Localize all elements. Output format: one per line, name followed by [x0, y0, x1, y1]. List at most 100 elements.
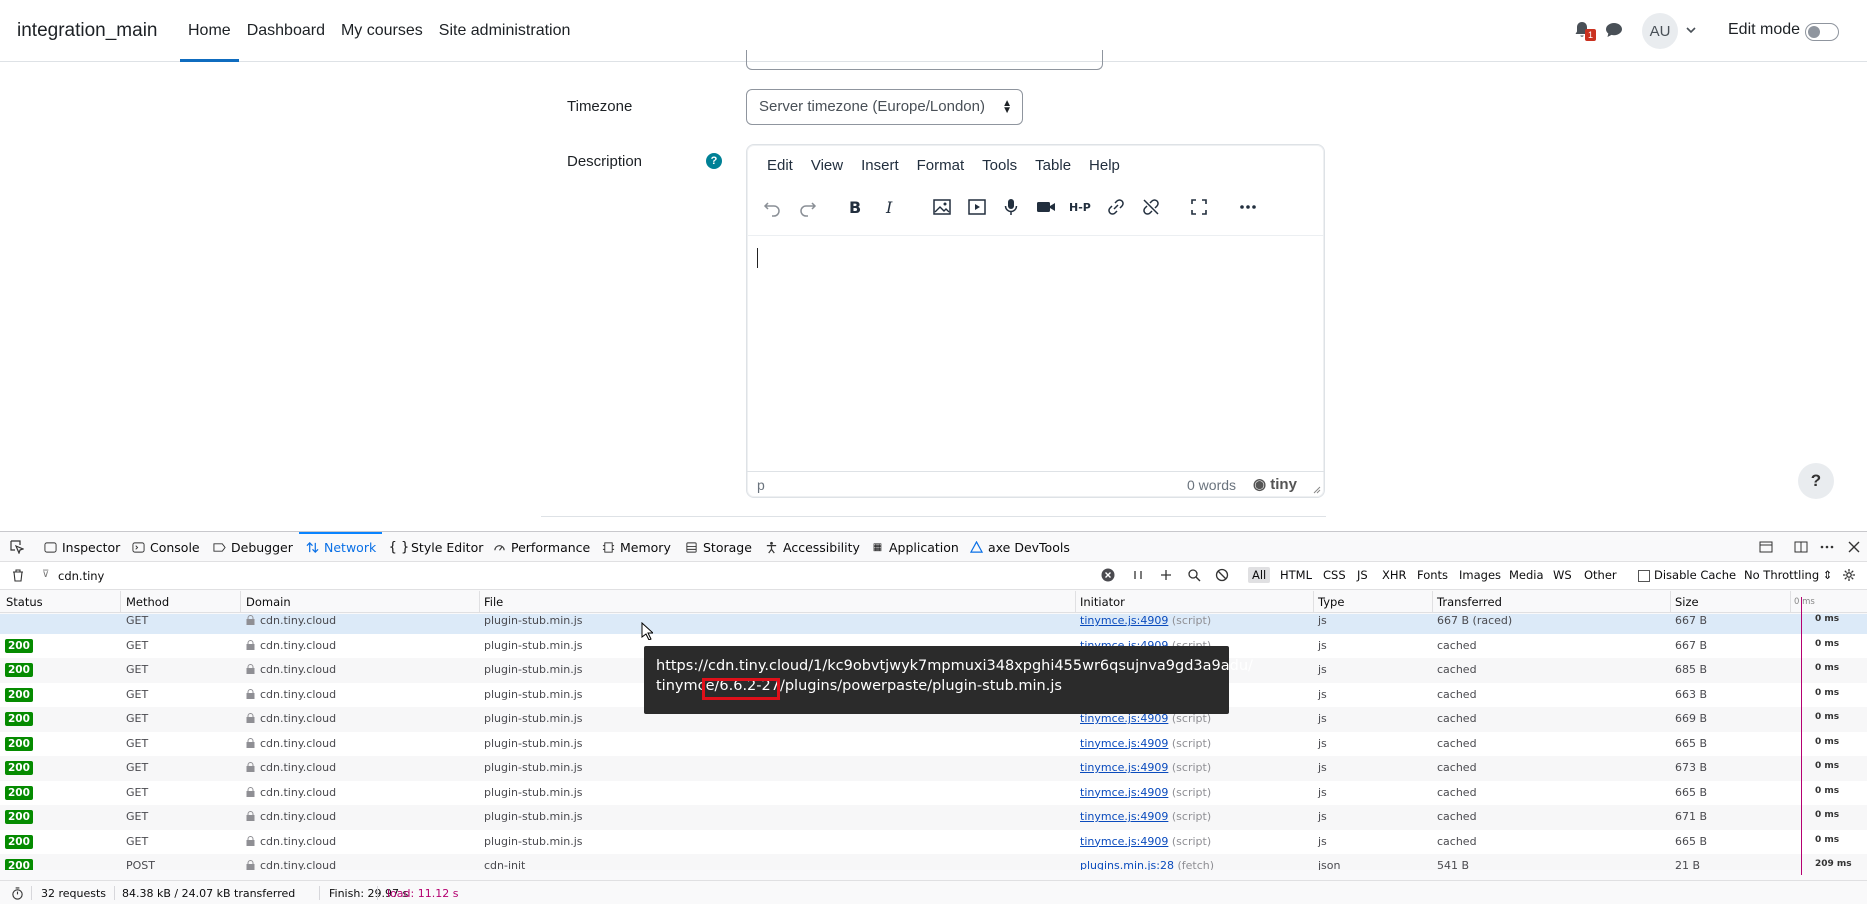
image-icon[interactable] [931, 196, 953, 218]
throttling-select[interactable]: No Throttling ⇕ [1744, 568, 1832, 582]
resize-handle-icon[interactable] [1311, 484, 1321, 494]
table-row[interactable]: 200 POST cdn.tiny.cloud cdn-init plugins.min… [0, 854, 1867, 870]
stopwatch-icon[interactable] [11, 887, 24, 900]
table-row[interactable]: GET cdn.tiny.cloud plugin-stub.min.js tinym… [0, 614, 1867, 634]
redo-icon[interactable] [797, 196, 819, 218]
type-filter-xhr[interactable]: XHR [1382, 568, 1407, 582]
col-method[interactable]: Method [126, 595, 169, 609]
bold-icon[interactable]: B [844, 196, 866, 218]
col-status[interactable]: Status [6, 595, 43, 609]
word-count[interactable]: 0 words [1187, 477, 1236, 493]
tab-debugger[interactable]: Debugger [212, 532, 293, 562]
tab-memory[interactable]: Memory [601, 532, 671, 562]
tiny-logo[interactable]: ◉ tiny [1253, 475, 1297, 493]
tab-network[interactable]: Network [298, 532, 383, 562]
split-console-icon[interactable] [1794, 540, 1808, 554]
video-camera-icon[interactable] [1035, 196, 1057, 218]
clear-filter-icon[interactable] [1101, 568, 1115, 582]
search-icon[interactable] [1187, 568, 1201, 582]
close-icon[interactable] [1847, 540, 1861, 554]
menu-view[interactable]: View [803, 157, 853, 174]
tab-console[interactable]: Console [131, 532, 200, 562]
menu-help[interactable]: Help [1081, 157, 1130, 174]
floating-help-button[interactable]: ? [1798, 463, 1834, 499]
tab-storage[interactable]: Storage [684, 532, 752, 562]
italic-icon[interactable]: I [879, 196, 901, 218]
block-icon[interactable] [1215, 568, 1229, 582]
col-divider[interactable] [1670, 591, 1671, 613]
menu-tools[interactable]: Tools [974, 157, 1027, 174]
dock-icon[interactable] [1759, 540, 1773, 554]
editor-content-area[interactable] [748, 235, 1324, 463]
menu-insert[interactable]: Insert [853, 157, 909, 174]
help-icon[interactable]: ? [706, 153, 722, 169]
col-divider[interactable] [240, 591, 241, 613]
col-initiator[interactable]: Initiator [1080, 595, 1125, 609]
initiator-link[interactable]: tinymce.js:4909 [1080, 737, 1168, 750]
menu-edit[interactable]: Edit [759, 157, 803, 174]
url-filter-input[interactable]: cdn.tiny [58, 569, 104, 583]
type-filter-ws[interactable]: WS [1553, 568, 1572, 582]
chevron-down-icon[interactable] [1685, 24, 1697, 36]
table-row[interactable]: 200 GET cdn.tiny.cloud plugin-stub.min.js ti… [0, 781, 1867, 806]
tab-performance[interactable]: Performance [492, 532, 590, 562]
h5p-icon[interactable]: H-P [1069, 196, 1095, 218]
col-size[interactable]: Size [1675, 595, 1699, 609]
tab-style-editor[interactable]: { } Style Editor [389, 532, 484, 562]
tab-axe-devtools[interactable]: axe DevTools [969, 532, 1070, 562]
more-options-icon[interactable] [1820, 540, 1834, 554]
tab-accessibility[interactable]: Accessibility [764, 532, 860, 562]
undo-icon[interactable] [761, 196, 783, 218]
table-row[interactable]: 200 GET cdn.tiny.cloud plugin-stub.min.js ti… [0, 732, 1867, 757]
media-icon[interactable] [966, 196, 988, 218]
col-divider[interactable] [1075, 591, 1076, 613]
initiator-link[interactable]: tinymce.js:4909 [1080, 614, 1168, 627]
pause-icon[interactable] [1131, 568, 1145, 582]
col-type[interactable]: Type [1318, 595, 1344, 609]
more-icon[interactable] [1237, 196, 1259, 218]
type-filter-media[interactable]: Media [1509, 568, 1544, 582]
menu-table[interactable]: Table [1027, 157, 1081, 174]
site-brand[interactable]: integration_main [17, 20, 157, 42]
initiator-link[interactable]: tinymce.js:4909 [1080, 835, 1168, 848]
col-divider[interactable] [1313, 591, 1314, 613]
type-filter-css[interactable]: CSS [1323, 568, 1346, 582]
nav-home[interactable]: Home [180, 0, 239, 62]
link-icon[interactable] [1105, 196, 1127, 218]
type-filter-html[interactable]: HTML [1280, 568, 1312, 582]
col-transferred[interactable]: Transferred [1437, 595, 1502, 609]
previous-field-input[interactable] [746, 50, 1103, 70]
table-row[interactable]: 200 GET cdn.tiny.cloud plugin-stub.min.js ti… [0, 830, 1867, 855]
add-icon[interactable] [1159, 568, 1173, 582]
fullscreen-icon[interactable] [1188, 196, 1210, 218]
col-divider[interactable] [479, 591, 480, 613]
table-row[interactable]: 200 GET cdn.tiny.cloud plugin-stub.min.js ti… [0, 805, 1867, 830]
type-filter-fonts[interactable]: Fonts [1417, 568, 1448, 582]
type-filter-js[interactable]: JS [1357, 568, 1368, 582]
initiator-link[interactable]: tinymce.js:4909 [1080, 761, 1168, 774]
element-path[interactable]: p [757, 477, 765, 493]
nav-dashboard[interactable]: Dashboard [239, 0, 333, 62]
element-picker-icon[interactable] [10, 540, 24, 554]
col-divider[interactable] [120, 591, 121, 613]
initiator-link[interactable]: tinymce.js:4909 [1080, 786, 1168, 799]
chat-icon[interactable] [1605, 22, 1623, 38]
col-divider[interactable] [1432, 591, 1433, 613]
edit-mode-toggle[interactable] [1805, 23, 1839, 41]
nav-site-administration[interactable]: Site administration [431, 0, 579, 62]
tab-inspector[interactable]: Inspector [43, 532, 120, 562]
col-domain[interactable]: Domain [246, 595, 291, 609]
user-avatar[interactable]: AU [1642, 13, 1678, 49]
initiator-link[interactable]: tinymce.js:4909 [1080, 810, 1168, 823]
col-file[interactable]: File [484, 595, 503, 609]
unlink-icon[interactable] [1140, 196, 1162, 218]
type-filter-other[interactable]: Other [1584, 568, 1617, 582]
nav-my-courses[interactable]: My courses [333, 0, 431, 62]
menu-format[interactable]: Format [909, 157, 975, 174]
settings-gear-icon[interactable] [1842, 568, 1856, 582]
type-filter-all[interactable]: All [1248, 567, 1271, 583]
trash-icon[interactable] [11, 568, 25, 582]
col-divider[interactable] [1790, 591, 1791, 613]
microphone-icon[interactable] [1000, 196, 1022, 218]
disable-cache-checkbox[interactable] [1638, 570, 1650, 582]
